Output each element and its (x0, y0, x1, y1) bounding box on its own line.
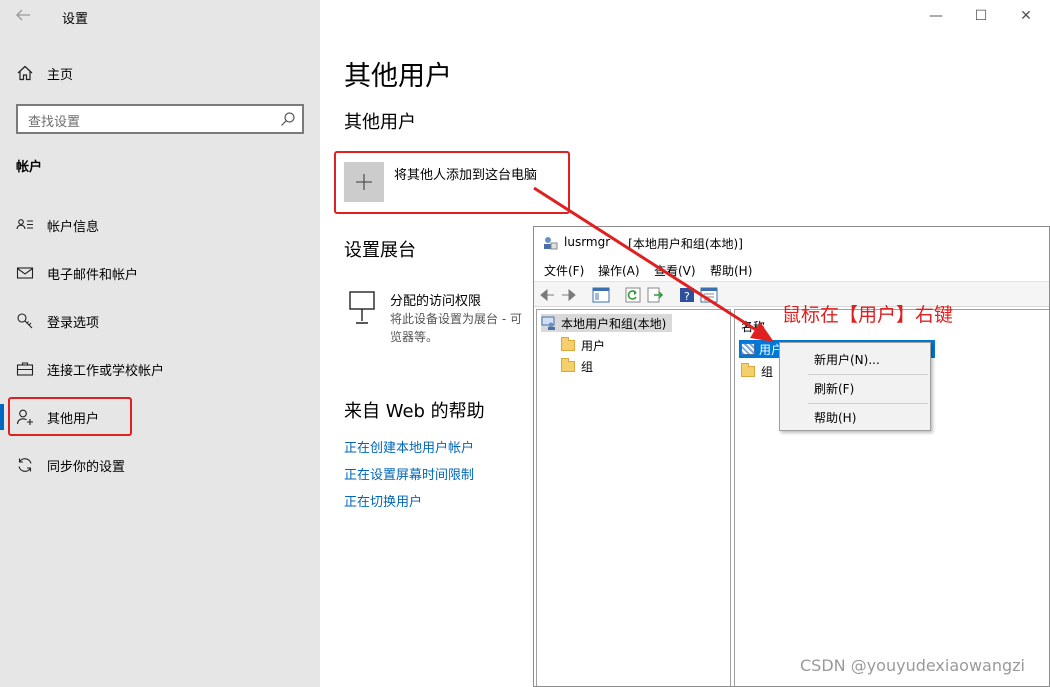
tree-root-label: 本地用户和组(本地) (561, 316, 667, 331)
sync-icon (18, 458, 32, 472)
selected-indicator (0, 404, 4, 430)
sidebar-item-sync[interactable]: 同步你的设置 (16, 453, 306, 477)
section-heading-web-help: 来自 Web 的帮助 (344, 401, 485, 422)
refresh-icon[interactable] (624, 286, 642, 304)
lusrmgr-tree-pane: 本地用户和组(本地) 用户 组 (536, 309, 731, 686)
context-menu: 新用户(N)... 刷新(F) 帮助(H) (779, 342, 931, 431)
sidebar-item-label: 连接工作或学校帐户 (47, 363, 165, 379)
menu-separator (808, 403, 928, 404)
window-title: 设置 (62, 12, 89, 27)
menu-file[interactable]: 文件(F) (544, 262, 584, 279)
close-button[interactable]: ✕ (1015, 6, 1037, 26)
menu-action[interactable]: 操作(A) (598, 262, 640, 279)
tree-node-label: 组 (581, 359, 594, 374)
sidebar-item-label: 帐户信息 (47, 219, 100, 235)
context-menu-new-user[interactable]: 新用户(N)... (814, 351, 880, 368)
users-folder-icon (741, 343, 755, 355)
watermark: CSDN @youyudexiaowangzi (800, 656, 1025, 675)
list-column-header-name[interactable]: 名称 (741, 318, 765, 335)
folder-icon (741, 362, 755, 377)
sidebar-section-title: 帐户 (16, 160, 43, 175)
lusrmgr-app-name: lusrmgr (564, 235, 611, 249)
section-heading-other-users: 其他用户 (344, 112, 416, 133)
search-placeholder: 查找设置 (28, 115, 81, 130)
lusrmgr-title: - [本地用户和组(本地)] (620, 237, 743, 251)
users-app-icon (544, 237, 558, 250)
svg-text:?: ? (684, 290, 690, 303)
kiosk-icon (349, 291, 375, 324)
assigned-access-link[interactable]: 分配的访问权限 (390, 290, 481, 309)
tree-node-users[interactable]: 用户 (561, 336, 605, 354)
forward-icon[interactable] (560, 286, 578, 304)
folder-icon (561, 336, 575, 351)
show-tree-icon[interactable] (592, 286, 610, 304)
help-link-screen-time[interactable]: 正在设置屏幕时间限制 (344, 464, 474, 483)
computer-users-icon (541, 316, 555, 330)
list-item-groups[interactable]: 组 (741, 362, 773, 380)
lusrmgr-window: lusrmgr - [本地用户和组(本地)] 文件(F) 操作(A) 查看(V)… (533, 226, 1050, 687)
mail-icon (16, 267, 34, 279)
sidebar-item-account-info[interactable]: 帐户信息 (16, 213, 306, 237)
list-item-label: 组 (761, 364, 774, 379)
lusrmgr-titlebar: lusrmgr - [本地用户和组(本地)] (534, 227, 1049, 257)
back-icon[interactable] (538, 286, 556, 304)
menu-separator (808, 374, 928, 375)
page-title: 其他用户 (344, 61, 452, 92)
back-arrow-icon[interactable] (14, 6, 34, 26)
export-icon[interactable] (646, 286, 664, 304)
tree-root-node[interactable]: 本地用户和组(本地) (541, 314, 673, 332)
maximize-button[interactable]: ☐ (970, 6, 992, 26)
tree-node-groups[interactable]: 组 (561, 357, 593, 375)
annotation-text: 鼠标在【用户】右键 (782, 304, 954, 326)
properties-icon[interactable] (700, 286, 718, 304)
help-link-create-local-account[interactable]: 正在创建本地用户帐户 (344, 437, 474, 456)
lusrmgr-menubar: 文件(F) 操作(A) 查看(V) 帮助(H) (534, 259, 1049, 279)
tree-node-label: 用户 (581, 338, 606, 353)
home-icon (17, 65, 33, 81)
section-heading-kiosk: 设置展台 (344, 240, 416, 261)
sidebar-item-label: 登录选项 (47, 315, 100, 331)
folder-icon (561, 357, 575, 372)
highlight-box-add-user (334, 151, 570, 214)
search-icon[interactable] (280, 111, 296, 127)
menu-view[interactable]: 查看(V) (654, 262, 696, 279)
sidebar-item-label: 同步你的设置 (47, 459, 126, 475)
sidebar-item-label: 电子邮件和帐户 (47, 267, 139, 283)
help-link-switch-user[interactable]: 正在切换用户 (344, 491, 422, 510)
sidebar-item-sign-in-options[interactable]: 登录选项 (16, 309, 306, 333)
menu-help[interactable]: 帮助(H) (710, 262, 752, 279)
minimize-button[interactable]: — (925, 6, 947, 26)
context-menu-help[interactable]: 帮助(H) (814, 409, 856, 426)
kiosk-description-line2: 览器等。 (390, 330, 439, 344)
person-card-icon (16, 219, 33, 230)
sidebar-item-home[interactable]: 主页 (16, 62, 73, 84)
help-toolbar-icon[interactable]: ? (678, 286, 696, 304)
key-icon (17, 313, 33, 329)
kiosk-description: 将此设备设置为展台 - 可 (390, 312, 522, 326)
settings-search-input[interactable]: 查找设置 (16, 104, 304, 134)
context-menu-refresh[interactable]: 刷新(F) (814, 380, 854, 397)
sidebar-home-label: 主页 (47, 67, 74, 83)
sidebar-item-work-school[interactable]: 连接工作或学校帐户 (16, 357, 306, 381)
briefcase-icon (16, 362, 34, 376)
highlight-box-other-users (8, 397, 132, 436)
sidebar: 设置 主页 查找设置 帐户 帐户信息 电子邮件和帐户 登录选项 连接工作或学校帐… (0, 0, 320, 687)
sidebar-item-email[interactable]: 电子邮件和帐户 (16, 261, 306, 285)
